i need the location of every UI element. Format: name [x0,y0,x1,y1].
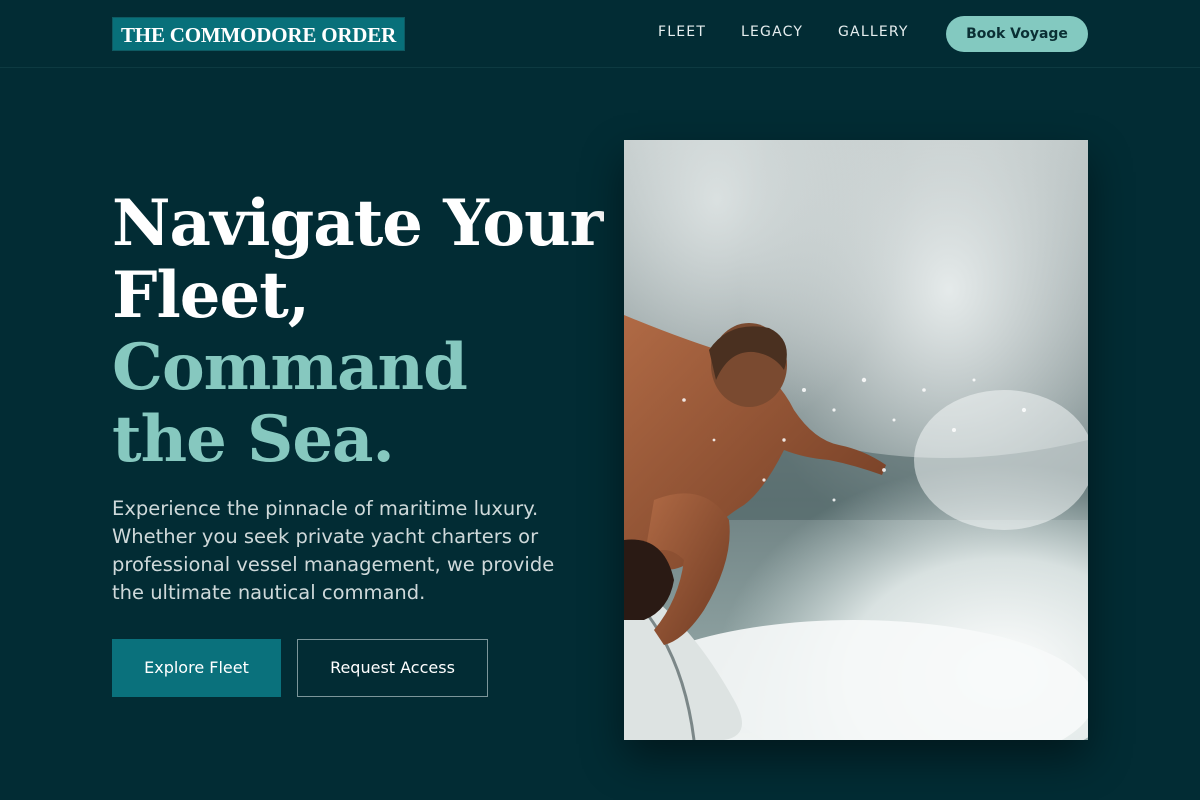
site-header: THE COMMODORE ORDER FLEET LEGACY GALLERY… [0,0,1200,68]
hero-image [624,140,1088,740]
nav-gallery-link[interactable]: GALLERY [838,24,909,40]
explore-fleet-button[interactable]: Explore Fleet [112,639,281,697]
nav-legacy-link[interactable]: LEGACY [741,24,803,40]
headline-line-2: Fleet, [112,258,310,333]
nav-fleet-link[interactable]: FLEET [658,24,706,40]
request-access-button[interactable]: Request Access [297,639,488,697]
headline-line-1: Navigate Your [112,186,603,261]
headline-line-3: Command [112,330,468,405]
hero-headline: Navigate Your Fleet, Command the Sea. [112,188,612,476]
hero-description: Experience the pinnacle of maritime luxu… [112,497,555,604]
headline-line-4: the Sea. [112,402,395,477]
book-voyage-button[interactable]: Book Voyage [946,16,1088,52]
brand-logo[interactable]: THE COMMODORE ORDER [112,17,406,51]
